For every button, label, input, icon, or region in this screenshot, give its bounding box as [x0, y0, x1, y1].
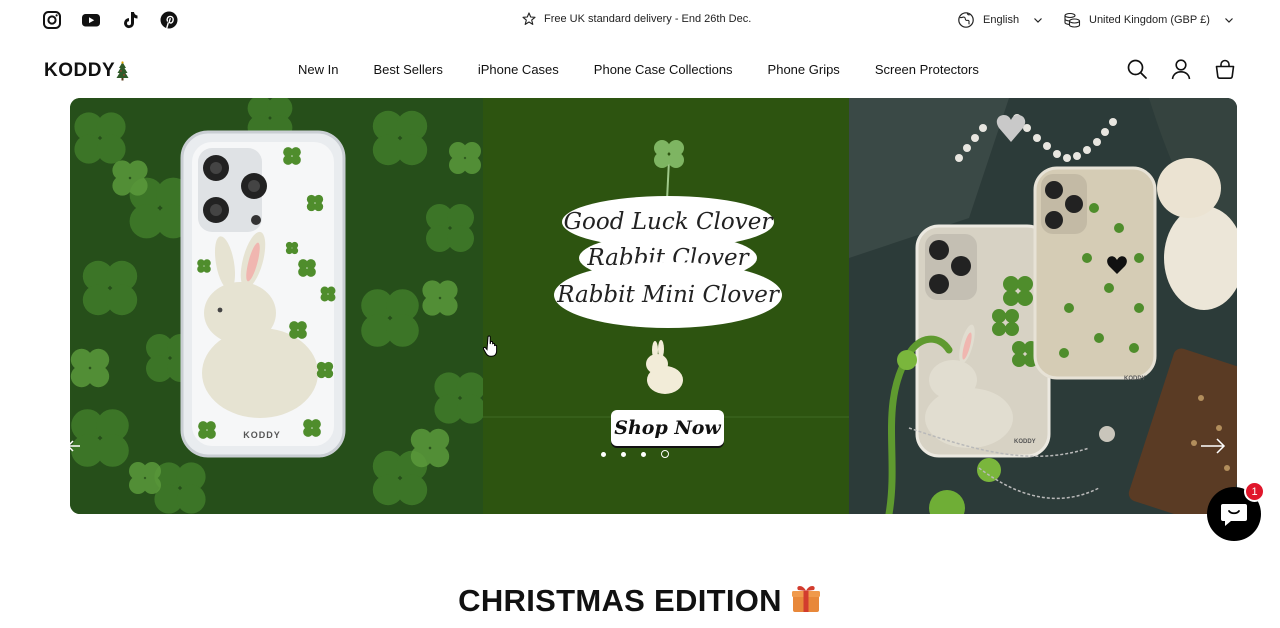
arrow-left-icon[interactable]	[66, 436, 82, 456]
clover-field-illustration: KODDY	[70, 98, 483, 514]
hero-image-clover-case: KODDY	[70, 98, 483, 514]
hero-line-3: Rabbit Mini Clover	[554, 262, 782, 328]
chat-badge: 1	[1244, 481, 1265, 502]
hero-image-two-cases: KODDY KODDY	[849, 98, 1237, 514]
brand-logo[interactable]: KODDY	[44, 60, 129, 82]
announcement: Free UK standard delivery - End 26th Dec…	[522, 12, 751, 26]
slide-dot-1[interactable]	[601, 451, 606, 457]
language-label: English	[983, 14, 1020, 26]
chevron-down-icon	[1224, 18, 1233, 23]
hand-cursor-icon	[483, 335, 498, 357]
cart-icon[interactable]	[1214, 58, 1236, 80]
christmas-tree-icon	[116, 61, 129, 81]
section-title: CHRISTMAS EDITION	[0, 582, 1280, 619]
nav-phone-grips[interactable]: Phone Grips	[768, 62, 840, 77]
header-actions	[1126, 58, 1236, 80]
nav-best-sellers[interactable]: Best Sellers	[373, 62, 442, 77]
nav-iphone-cases[interactable]: iPhone Cases	[478, 62, 559, 77]
arrow-right-icon[interactable]	[1200, 436, 1226, 456]
star-icon	[522, 12, 536, 25]
tiktok-icon[interactable]	[120, 10, 140, 30]
country-selector[interactable]: United Kingdom (GBP £)	[1063, 11, 1234, 29]
nav-new-in[interactable]: New In	[298, 62, 338, 77]
nav-phone-case-collections[interactable]: Phone Case Collections	[594, 62, 733, 77]
announcement-text: Free UK standard delivery - End 26th Dec…	[544, 13, 752, 25]
country-label: United Kingdom (GBP £)	[1089, 14, 1210, 26]
instagram-icon[interactable]	[42, 10, 62, 30]
announcement-bar: Free UK standard delivery - End 26th Dec…	[0, 0, 1280, 40]
main-nav: New In Best Sellers iPhone Cases Phone C…	[298, 62, 979, 77]
slide-dot-2[interactable]	[621, 451, 626, 457]
youtube-icon[interactable]	[81, 10, 101, 30]
slide-dot-4[interactable]	[661, 450, 669, 458]
search-icon[interactable]	[1126, 58, 1148, 80]
coins-icon	[1064, 12, 1081, 28]
globe-icon	[958, 12, 974, 28]
logo-text: KODDY	[44, 60, 116, 81]
chevron-down-icon	[1034, 18, 1043, 23]
nav-screen-protectors[interactable]: Screen Protectors	[875, 62, 979, 77]
account-icon[interactable]	[1170, 58, 1192, 80]
case-brand-text: KODDY	[1014, 439, 1036, 445]
slide-pagination	[601, 450, 669, 458]
case-brand-text: KODDY	[1124, 376, 1146, 382]
chat-icon	[1221, 504, 1247, 526]
shop-now-button[interactable]: Shop Now	[611, 410, 724, 446]
cases-flatlay-illustration: KODDY KODDY	[849, 98, 1237, 514]
gift-icon	[791, 586, 820, 612]
slide-dot-3[interactable]	[641, 451, 646, 457]
pinterest-icon[interactable]	[159, 10, 179, 30]
language-selector[interactable]: English	[957, 11, 1043, 29]
site-header: KODDY New In Best Sellers iPhone Cases P…	[0, 46, 1280, 94]
social-links	[42, 10, 179, 30]
case-brand-text: KODDY	[243, 430, 281, 440]
section-title-text: CHRISTMAS EDITION	[458, 583, 782, 618]
